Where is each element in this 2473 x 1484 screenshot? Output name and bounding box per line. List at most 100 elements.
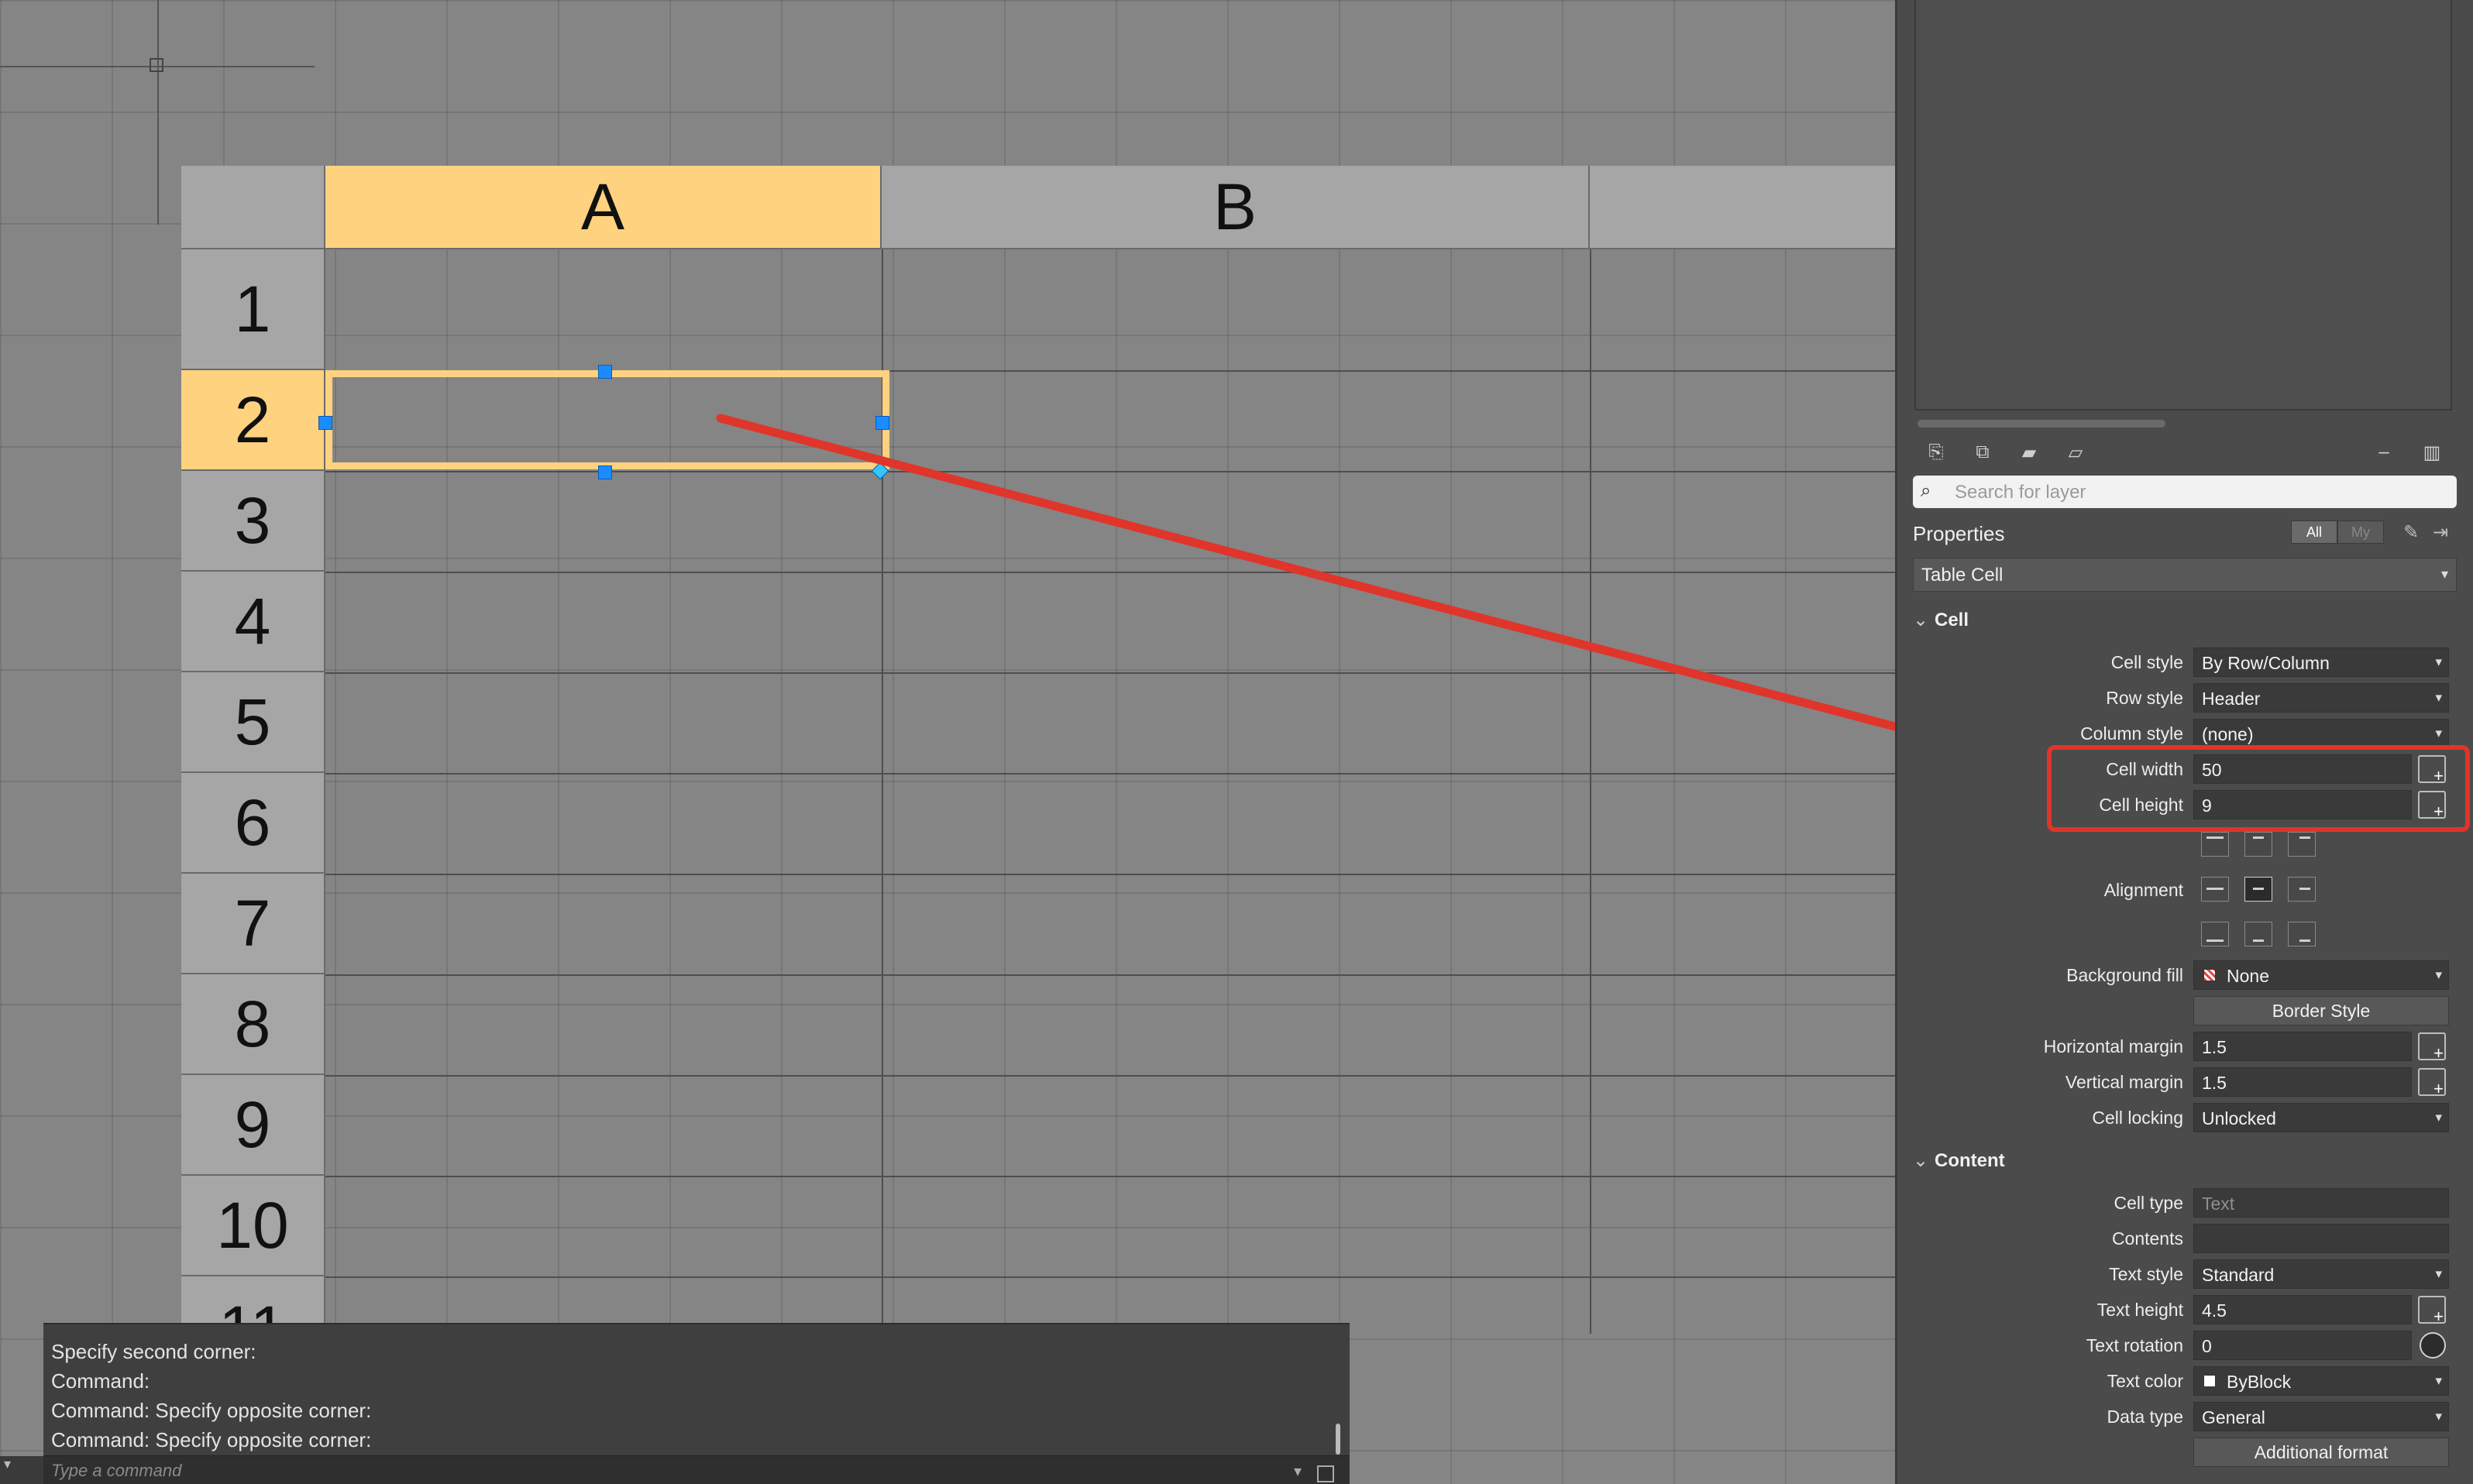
layer-search[interactable]: ⌕ Search for layer xyxy=(1913,476,2457,508)
align-bottom-right-button[interactable] xyxy=(2288,922,2316,946)
folder-open-icon[interactable]: ▱ xyxy=(2065,441,2086,463)
text-rotation-input[interactable]: 0 xyxy=(2193,1331,2412,1360)
filter-my-button[interactable]: My xyxy=(2337,520,2384,544)
folder-icon[interactable]: ▰ xyxy=(2018,441,2040,463)
data-type-select[interactable]: General ▾ xyxy=(2193,1402,2449,1431)
horizontal-margin-label: Horizontal margin xyxy=(2043,1036,2183,1056)
pick-point-icon[interactable] xyxy=(2418,1296,2446,1327)
layer-list-scrollbar[interactable] xyxy=(1918,420,2165,428)
row-divider xyxy=(325,1075,1895,1077)
vertical-margin-input[interactable]: 1.5 xyxy=(2193,1067,2412,1097)
command-input[interactable]: Type a command ▾ xyxy=(43,1455,1350,1484)
columns-icon[interactable]: ▥ xyxy=(2416,441,2447,463)
edit-icon[interactable]: ✎ xyxy=(2399,520,2423,544)
text-style-label: Text style xyxy=(2109,1264,2183,1284)
row-header-3[interactable]: 3 xyxy=(181,471,325,572)
text-rotation-value: 0 xyxy=(2202,1336,2212,1356)
row-header-6[interactable]: 6 xyxy=(181,773,325,874)
text-style-select[interactable]: Standard ▾ xyxy=(2193,1259,2449,1289)
command-scrollbar[interactable] xyxy=(1336,1424,1340,1455)
text-color-select[interactable]: ByBlock ▾ xyxy=(2193,1366,2449,1396)
align-middle-center-button[interactable] xyxy=(2244,877,2272,902)
horizontal-margin-input[interactable]: 1.5 xyxy=(2193,1032,2412,1061)
no-fill-swatch-icon xyxy=(2203,969,2216,981)
cell-type-value: Text xyxy=(2202,1194,2235,1214)
drawing-canvas[interactable]: A B 1 2 3 4 5 6 7 8 9 10 11 xyxy=(0,0,1895,1484)
column-divider xyxy=(1590,249,1591,1334)
row-header-5[interactable]: 5 xyxy=(181,672,325,773)
grip-right[interactable] xyxy=(875,416,889,430)
align-top-center-button[interactable] xyxy=(2244,832,2272,857)
align-bottom-left-button[interactable] xyxy=(2201,922,2229,946)
share-icon[interactable] xyxy=(1317,1465,1334,1482)
layer-search-placeholder: Search for layer xyxy=(1955,482,2086,503)
filter-all-button[interactable]: All xyxy=(2291,520,2337,544)
additional-format-button[interactable]: Additional format xyxy=(2193,1438,2449,1467)
background-fill-select[interactable]: None ▾ xyxy=(2193,960,2449,990)
row-header-4[interactable]: 4 xyxy=(181,572,325,672)
row-header-2[interactable]: 2 xyxy=(181,370,325,471)
grip-top[interactable] xyxy=(598,365,612,379)
object-type-select[interactable]: Table Cell ▾ xyxy=(1913,558,2457,592)
contents-input[interactable] xyxy=(2193,1224,2449,1253)
row-header-1[interactable]: 1 xyxy=(181,249,325,370)
table-object[interactable]: A B 1 2 3 4 5 6 7 8 9 10 11 xyxy=(181,166,1895,1377)
column-style-select[interactable]: (none) ▾ xyxy=(2193,719,2449,748)
layer-list[interactable] xyxy=(1914,0,2452,411)
cell-style-select[interactable]: By Row/Column ▾ xyxy=(2193,648,2449,677)
column-header-c[interactable] xyxy=(1590,166,1895,249)
row-divider xyxy=(325,672,1895,674)
data-type-value: General xyxy=(2202,1407,2265,1427)
command-options-toggle[interactable]: ▾ xyxy=(0,1456,43,1484)
row-divider xyxy=(325,874,1895,875)
row-style-select[interactable]: Header ▾ xyxy=(2193,683,2449,713)
row-divider xyxy=(325,1276,1895,1278)
object-type-value: Table Cell xyxy=(1921,565,2004,586)
column-header-a[interactable]: A xyxy=(325,166,882,249)
align-top-right-button[interactable] xyxy=(2288,832,2316,857)
align-middle-left-button[interactable] xyxy=(2201,877,2229,902)
row-style-value: Header xyxy=(2202,689,2261,709)
rotation-dial-icon[interactable] xyxy=(2420,1332,2446,1359)
section-content[interactable]: ⌄ Content xyxy=(1913,1149,2005,1172)
chevron-down-icon: ⌄ xyxy=(1913,1150,1929,1171)
pick-point-icon[interactable] xyxy=(2418,1068,2446,1099)
cell-locking-value: Unlocked xyxy=(2202,1108,2276,1128)
grip-bottom[interactable] xyxy=(598,465,612,479)
chevron-down-icon: ▾ xyxy=(2435,967,2442,982)
column-header-b[interactable]: B xyxy=(882,166,1590,249)
contents-label: Contents xyxy=(2111,1228,2183,1249)
export-icon[interactable]: ⇥ xyxy=(2429,520,2452,544)
border-style-button[interactable]: Border Style xyxy=(2193,996,2449,1025)
cell-locking-label: Cell locking xyxy=(2092,1108,2183,1128)
new-layer-icon[interactable]: ⎘ xyxy=(1925,441,1947,463)
cell-type-label: Cell type xyxy=(2114,1193,2183,1213)
properties-panel: ⎘ ⧉ ▰ ▱ – ▥ ⌕ Search for layer Propertie… xyxy=(1895,0,2473,1484)
chevron-down-icon: ▾ xyxy=(2435,690,2442,705)
pick-point-icon[interactable] xyxy=(2418,1032,2446,1063)
chevron-down-icon: ▾ xyxy=(2435,726,2442,740)
color-swatch-icon xyxy=(2203,1375,2216,1387)
row-divider xyxy=(325,1176,1895,1177)
selected-cell-a2[interactable] xyxy=(325,370,889,469)
align-top-left-button[interactable] xyxy=(2201,832,2229,857)
cell-locking-select[interactable]: Unlocked ▾ xyxy=(2193,1103,2449,1132)
row-divider xyxy=(325,471,1895,472)
crosshair-vertical xyxy=(157,0,159,225)
align-middle-right-button[interactable] xyxy=(2288,877,2316,902)
text-rotation-label: Text rotation xyxy=(2086,1335,2183,1355)
chevron-down-icon[interactable]: ▾ xyxy=(1294,1462,1302,1481)
row-header-7[interactable]: 7 xyxy=(181,874,325,974)
layer-states-icon[interactable]: ⧉ xyxy=(1972,441,1993,463)
table-corner xyxy=(181,166,325,249)
text-color-value: ByBlock xyxy=(2227,1372,2292,1392)
row-header-9[interactable]: 9 xyxy=(181,1075,325,1176)
row-header-10[interactable]: 10 xyxy=(181,1176,325,1276)
section-cell[interactable]: ⌄ Cell xyxy=(1913,609,1969,631)
row-header-8[interactable]: 8 xyxy=(181,974,325,1075)
text-height-input[interactable]: 4.5 xyxy=(2193,1295,2412,1324)
grip-left[interactable] xyxy=(318,416,332,430)
align-bottom-center-button[interactable] xyxy=(2244,922,2272,946)
chevron-down-icon: ▾ xyxy=(2435,1266,2442,1281)
collapse-icon[interactable]: – xyxy=(2373,441,2395,463)
